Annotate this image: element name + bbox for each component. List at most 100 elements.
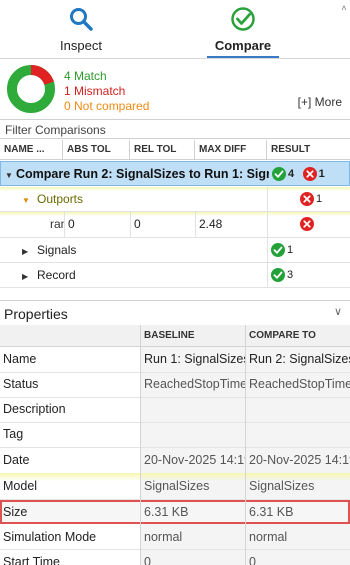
comparison-row-root[interactable]: ▼ Compare Run 2: SignalSizes to Run 1: Si…	[0, 161, 350, 186]
col-name-header[interactable]: NAME ...	[0, 140, 63, 160]
signals-cell: ▶ Signals	[22, 238, 262, 263]
column-divider	[267, 212, 268, 238]
column-divider	[64, 212, 65, 238]
property-row-model[interactable]: Model SignalSizes SignalSizes	[0, 473, 350, 499]
match-count: 4	[288, 168, 295, 181]
column-divider	[130, 212, 131, 238]
baseline-value: Run 1: SignalSizes	[144, 352, 245, 366]
compare-value: 6.31 KB	[249, 505, 294, 519]
match-count: 1	[287, 244, 294, 257]
column-divider	[267, 263, 268, 288]
ran-rel-tol: 0	[134, 217, 141, 231]
baseline-header[interactable]: BASELINE	[140, 325, 245, 347]
properties-title: Properties	[4, 306, 68, 322]
mismatch-icon	[300, 216, 314, 231]
signals-result: 1	[271, 238, 350, 263]
property-label: Date	[3, 453, 30, 467]
record-cell: ▶ Record	[22, 263, 262, 288]
match-count: 3	[287, 269, 294, 282]
chevron-up-icon[interactable]: ˄	[338, 2, 350, 14]
toolbar: Inspect Compare ˄	[0, 0, 350, 59]
compare-value	[249, 396, 350, 422]
property-label: Simulation Mode	[3, 530, 97, 544]
summary-donut-chart	[7, 65, 55, 113]
compare-value: 0	[249, 555, 256, 565]
comparison-row-signals[interactable]: ▶ Signals 1	[0, 238, 350, 263]
expand-down-icon[interactable]: ▼	[5, 163, 16, 187]
expand-down-icon[interactable]: ▼	[22, 188, 33, 212]
property-row-name[interactable]: Name Run 1: SignalSizes Run 2: SignalSiz…	[0, 346, 350, 372]
property-label: Description	[3, 402, 66, 416]
check-circle-icon	[231, 7, 255, 31]
property-row-tag[interactable]: Tag	[0, 421, 350, 447]
more-button[interactable]: [+] More	[298, 95, 342, 109]
properties-table: BASELINE COMPARE TO Name Run 1: SignalSi…	[0, 325, 350, 565]
col-abs-tol-header[interactable]: ABS TOL	[63, 140, 130, 160]
summary-match: 4 Match	[64, 69, 107, 83]
comparison-table: NAME ... ABS TOL REL TOL MAX DIFF RESULT…	[0, 140, 350, 290]
baseline-value: SignalSizes	[144, 479, 210, 493]
tab-inspect-label: Inspect	[60, 38, 102, 53]
filter-bar	[0, 119, 350, 139]
tab-compare[interactable]: Compare	[207, 0, 279, 58]
baseline-value: ReachedStopTime	[144, 377, 245, 391]
outports-result: 1	[300, 187, 350, 212]
signals-label: Signals	[37, 243, 77, 257]
property-label: Status	[3, 377, 39, 391]
ran-result	[300, 212, 330, 237]
properties-table-header: BASELINE COMPARE TO	[0, 325, 350, 347]
outports-label: Outports	[37, 192, 84, 206]
baseline-value	[144, 396, 245, 422]
match-icon	[272, 166, 286, 181]
property-label: Tag	[3, 427, 24, 441]
baseline-value: normal	[144, 530, 183, 544]
baseline-value: 20-Nov-2025 14:19	[144, 453, 245, 467]
mismatch-count: 1	[316, 193, 323, 206]
baseline-value	[144, 421, 245, 447]
comparison-table-header: NAME ... ABS TOL REL TOL MAX DIFF RESULT	[0, 140, 350, 160]
mismatch-count: 1	[318, 168, 325, 181]
summary-mismatch: 1 Mismatch	[64, 84, 126, 98]
comparison-row-record[interactable]: ▶ Record 3	[0, 263, 350, 288]
properties-panel-header[interactable]: Properties ∨	[0, 300, 350, 324]
property-row-size[interactable]: Size 6.31 KB 6.31 KB	[0, 499, 350, 525]
comparison-root-name: Compare Run 2: SignalSizes to Run 1: Sig…	[16, 167, 269, 181]
mismatch-icon	[302, 166, 317, 181]
property-label: Name	[3, 352, 37, 366]
expand-right-icon[interactable]: ▶	[22, 264, 33, 288]
tab-inspect[interactable]: Inspect	[42, 0, 120, 58]
property-row-date[interactable]: Date 20-Nov-2025 14:19 20-Nov-2025 14:19	[0, 447, 350, 473]
compare-value: SignalSizes	[249, 479, 315, 493]
ran-max-diff: 2.48	[199, 217, 223, 231]
compare-value: 20-Nov-2025 14:19	[249, 453, 350, 467]
chevron-down-icon[interactable]: ∨	[334, 305, 342, 318]
property-label: Model	[3, 479, 38, 493]
column-divider	[195, 212, 196, 238]
expand-right-icon[interactable]: ▶	[22, 239, 33, 263]
col-result-header[interactable]: RESULT	[267, 140, 350, 160]
summary-not-compared: 0 Not compared	[64, 99, 150, 113]
baseline-value: 0	[144, 555, 151, 565]
property-row-description[interactable]: Description	[0, 396, 350, 422]
col-rel-tol-header[interactable]: REL TOL	[130, 140, 195, 160]
comparison-row-ran[interactable]: ran 0 0 2.48	[0, 212, 350, 238]
compare-to-header[interactable]: COMPARE TO	[245, 325, 350, 347]
comparison-root-result: 4 1	[272, 162, 350, 187]
match-icon	[271, 267, 285, 282]
property-row-start-time[interactable]: Start Time 0 0	[0, 549, 350, 565]
property-label: Size	[3, 505, 28, 519]
comparison-row-outports[interactable]: ▼ Outports 1	[0, 187, 350, 212]
property-row-status[interactable]: Status ReachedStopTime ReachedStopTime	[0, 371, 350, 397]
mismatch-icon	[300, 191, 314, 206]
column-divider	[267, 187, 268, 212]
magnifier-icon	[70, 8, 93, 31]
compare-value	[249, 421, 350, 447]
record-label: Record	[37, 268, 76, 282]
property-row-simulation-mode[interactable]: Simulation Mode normal normal	[0, 524, 350, 550]
outports-cell: ▼ Outports	[22, 187, 262, 212]
col-max-diff-header[interactable]: MAX DIFF	[195, 140, 267, 160]
ran-label: ran	[50, 217, 64, 231]
comparison-root-cell: ▼ Compare Run 2: SignalSizes to Run 1: Si…	[5, 162, 269, 187]
filter-comparisons-input[interactable]	[0, 120, 350, 139]
match-icon	[271, 242, 285, 257]
